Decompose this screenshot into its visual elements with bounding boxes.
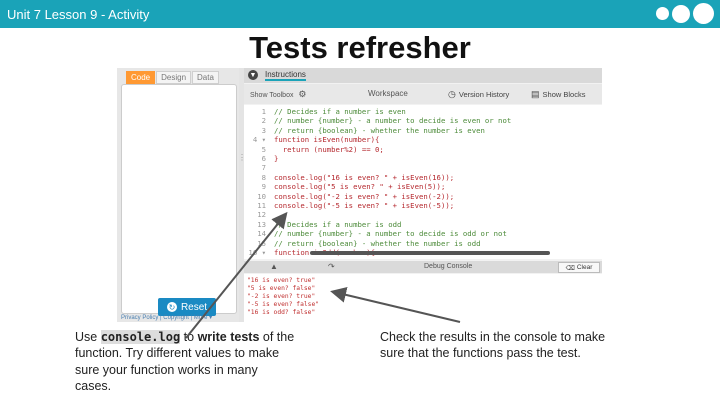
line-number: 13 (257, 219, 266, 229)
caption-left-mid: to (180, 330, 198, 344)
show-blocks-button[interactable]: ▤ Show Blocks (531, 88, 585, 100)
logo-dots (656, 3, 714, 24)
line-number: 3 (261, 125, 266, 135)
line-number: 1 (261, 107, 266, 116)
line-number: 5 (261, 144, 266, 154)
show-toolbox-button[interactable]: Show Toolbox ⚙ (250, 89, 307, 100)
code-line[interactable]: 9 console.log("5 is even? " + isEven(5)); (244, 182, 446, 192)
code-line[interactable]: 11 console.log("-5 is even? " + isEven(-5… (244, 201, 454, 210)
console-line: "-5 is even? false" (247, 301, 320, 309)
code-text: console.log("-5 is even? " + isEven(-5))… (274, 201, 455, 210)
tab-data[interactable]: Data (192, 71, 219, 84)
line-number: 6 (261, 154, 266, 163)
code-text: console.log("16 is even? " + isEven(16))… (274, 172, 455, 182)
logo-dot-medium (672, 4, 690, 23)
tab-design[interactable]: Design (156, 71, 192, 84)
editor-panel: ▼ Instructions Show Toolbox ⚙ Workspace … (244, 68, 602, 322)
code-text: console.log("-2 is even? " + isEven(-2))… (274, 191, 455, 201)
code-line[interactable]: 13 // Decides if a number is odd (244, 220, 401, 229)
debug-stepover-icon[interactable]: ↷ (328, 262, 335, 271)
header-bar: Unit 7 Lesson 9 - Activity (0, 0, 720, 28)
code-text: function isEven(number){ (274, 135, 380, 145)
instructions-tab[interactable]: Instructions (265, 70, 306, 81)
line-number: 4 ▾ (252, 135, 266, 145)
line-number: 14 (257, 229, 266, 239)
caption-code: console.log (100, 330, 181, 344)
code-text: // return {boolean} - whether the number… (274, 238, 481, 248)
caption-bold: write tests (197, 330, 260, 344)
history-icon: ◷ (448, 88, 456, 99)
footer-links[interactable]: Privacy Policy | Copyright | More ▾ (121, 314, 212, 321)
line-number: 15 (257, 238, 266, 248)
mode-tabs: Code Design Data (126, 71, 220, 84)
code-line[interactable]: 12 (244, 210, 274, 219)
caption-left-pre: Use (75, 330, 101, 344)
reset-label: Reset (180, 301, 208, 313)
code-line[interactable]: 14 // number {number} - a number to decid… (244, 229, 507, 238)
clear-label: Clear (576, 264, 593, 271)
code-text: console.log("5 is even? " + isEven(5)); (274, 182, 446, 192)
code-line[interactable]: 15 // return {boolean} - whether the numb… (244, 239, 480, 248)
app-preview-panel: Code Design Data ↻ Reset Privacy Policy … (117, 68, 239, 322)
debug-console-output: "16 is even? true" "5 is even? false" "-2 … (244, 274, 602, 322)
code-line[interactable]: 2 // number {number} - a number to decide… (244, 116, 512, 126)
code-line[interactable]: 7 (244, 163, 274, 172)
resize-handle[interactable]: ⋮ (238, 153, 246, 163)
code-text: return (number%2) == 0; (274, 144, 384, 154)
code-text: // number {number} - a number to decide … (274, 116, 512, 126)
code-line[interactable]: 10 console.log("-2 is even? " + isEven(-2… (244, 192, 454, 201)
line-number: 12 (257, 210, 266, 220)
code-text: // Decides if a number is odd (274, 219, 402, 229)
logo-dot-large (693, 3, 714, 24)
code-line[interactable]: 8 console.log("16 is even? " + isEven(16)… (244, 172, 455, 182)
line-number: 7 (261, 163, 266, 173)
chevron-icon[interactable]: ▼ (248, 70, 258, 80)
instructions-bar: ▼ Instructions (244, 68, 602, 83)
gear-icon[interactable]: ⚙ (298, 89, 306, 99)
show-toolbox-label: Show Toolbox (250, 92, 294, 99)
slide-title: Tests refresher (249, 30, 471, 65)
debug-console-label: Debug Console (424, 263, 473, 270)
breadcrumb: Unit 7 Lesson 9 - Activity (7, 7, 150, 22)
code-editor[interactable]: 1 // Decides if a number is even 2 // numbe… (244, 105, 602, 259)
code-line[interactable]: 6} (244, 154, 279, 163)
line-number: 8 (261, 172, 266, 182)
tab-code[interactable]: Code (126, 71, 156, 84)
code-text: // Decides if a number is even (274, 107, 406, 116)
code-text: // number {number} - a number to decide … (274, 229, 507, 239)
app-screen: ↻ Reset (121, 84, 237, 316)
line-number: 11 (257, 201, 266, 210)
version-history-label: Version History (458, 89, 510, 99)
app-lab-window: Code Design Data ↻ Reset Privacy Policy … (117, 68, 602, 322)
console-line: "16 is odd? false" (247, 309, 316, 317)
console-line: "16 is even? true" (247, 277, 316, 284)
code-line[interactable]: 1 // Decides if a number is even (244, 107, 406, 116)
eraser-icon: ⌫ (565, 264, 575, 272)
code-text: // return {boolean} - whether the number… (274, 125, 485, 135)
line-number: 16 ▾ (248, 248, 266, 257)
logo-dot-small (656, 7, 669, 20)
code-line[interactable]: 5 return (number%2) == 0; (244, 145, 384, 154)
console-line: "5 is even? false" (247, 285, 316, 293)
show-blocks-label: Show Blocks (542, 89, 586, 99)
console-line: "-2 is even? true" (247, 293, 316, 301)
code-line[interactable]: 3 // return {boolean} - whether the numbe… (244, 126, 485, 135)
line-number: 2 (261, 116, 266, 126)
debug-step-icon[interactable]: ▲ (270, 262, 278, 271)
line-number: 9 (261, 182, 266, 192)
code-line[interactable]: 4 ▾ function isEven(number){ (244, 135, 380, 145)
reset-icon: ↻ (166, 302, 177, 312)
caption-right: Check the results in the console to make… (380, 330, 606, 361)
clear-button[interactable]: ⌫ Clear (558, 262, 600, 273)
workspace-toolbar: Show Toolbox ⚙ Workspace ◷ Version Histo… (244, 84, 602, 104)
caption-left: Use console.log to write tests of the fu… (75, 329, 295, 394)
workspace-label: Workspace (368, 89, 408, 98)
horizontal-scrollbar[interactable] (310, 251, 550, 255)
blocks-icon: ▤ (531, 88, 540, 99)
debug-toolbar: ▲ ↷ Debug Console ⌫ Clear (244, 261, 602, 273)
version-history-button[interactable]: ◷ Version History (448, 88, 509, 100)
code-text: } (274, 154, 279, 163)
line-number: 10 (257, 191, 266, 201)
